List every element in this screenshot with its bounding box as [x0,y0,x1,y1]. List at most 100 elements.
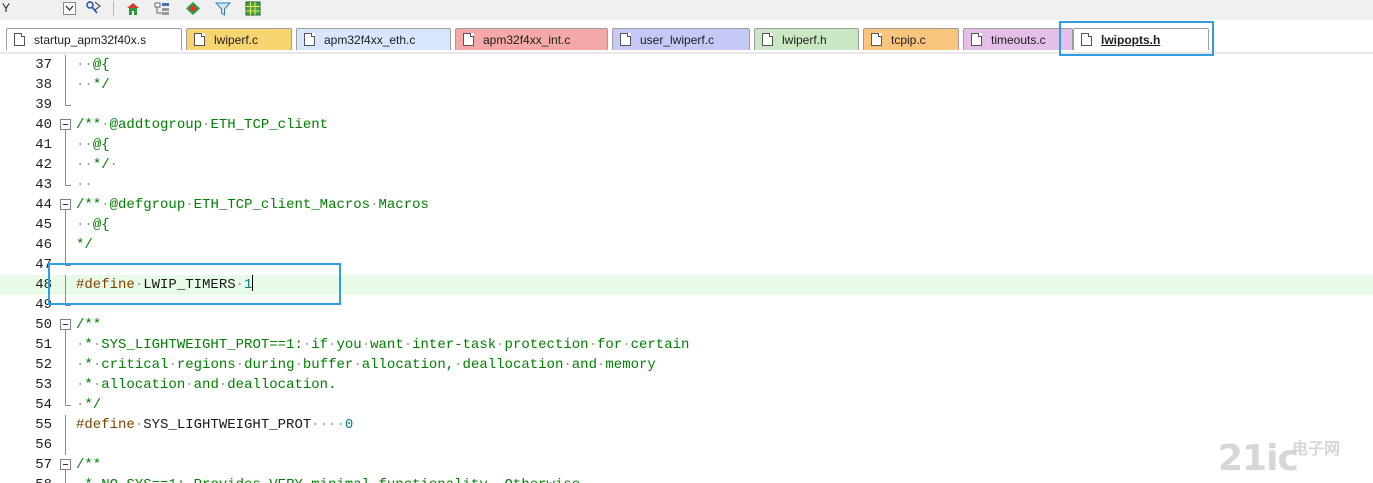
code-editor[interactable]: 37 ··@{38 ··*/39 40/**·@addtogroup·ETH_TCP_… [0,54,1373,483]
file-icon [463,33,474,46]
tab-apm32f4xx-int-c[interactable]: apm32f4xx_int.c [455,28,608,50]
list-icon[interactable] [153,0,171,16]
code-line[interactable]: 55 #define·SYS_LIGHTWEIGHT_PROT····0 [0,415,1373,435]
code-line[interactable]: 39 [0,95,1373,115]
tab-label: startup_apm32f40x.s [34,32,147,47]
tab-lwiperf-h[interactable]: lwiperf.h [754,28,859,50]
code-line[interactable]: 53 ·*·allocation·and·deallocation. [0,375,1373,395]
tab-label: user_lwiperf.c [640,32,715,47]
tab-label: apm32f4xx_eth.c [324,32,416,47]
code-line[interactable]: 47 [0,255,1373,275]
tab-label: apm32f4xx_int.c [483,32,571,47]
fold-guide [60,375,72,395]
code-line[interactable]: 48 #define·LWIP_TIMERS·1 [0,275,1373,295]
line-number: 53 [35,377,52,393]
grid-icon[interactable] [244,0,262,16]
code-line[interactable]: 40 /**·@addtogroup·ETH_TCP_client [0,115,1373,135]
code-text: ·· [76,177,93,193]
fold-guide [60,55,72,75]
tab-label: lwiperf.c [214,32,259,47]
fold-toggle-icon[interactable] [60,195,72,215]
tab-timeouts-c[interactable]: timeouts.c [963,28,1073,50]
filter-icon[interactable] [214,0,232,16]
diamond-icon[interactable] [184,0,202,16]
line-number: 38 [35,77,52,93]
line-number: 47 [35,257,52,273]
tab-user-lwiperf-c[interactable]: user_lwiperf.c [612,28,750,50]
line-number: 46 [35,237,52,253]
file-icon [1081,33,1092,46]
fold-guide [60,395,72,415]
fold-guide [60,275,72,295]
tab-label: lwipopts.h [1101,32,1161,47]
code-line[interactable]: 38 ··*/ [0,75,1373,95]
code-text: #define·LWIP_TIMERS·1 [76,275,254,293]
toolbar-letter: Y [2,1,11,15]
fold-guide [60,435,72,455]
fold-guide [60,155,72,175]
tab-label: tcpip.c [891,32,926,47]
fold-toggle-icon[interactable] [60,115,72,135]
home-icon[interactable] [124,0,142,16]
find-replace-icon[interactable] [84,0,102,16]
fold-guide [60,95,72,115]
code-line[interactable]: 58 ·*·NO_SYS==1:·Provides·VERY·minimal·fu… [0,475,1373,483]
fold-guide [60,175,72,195]
fold-guide [60,75,72,95]
line-number: 57 [35,457,52,473]
file-icon [194,33,205,46]
code-line[interactable]: 56 [0,435,1373,455]
code-line[interactable]: 49 [0,295,1373,315]
dropdown-icon[interactable] [60,0,78,16]
code-line[interactable]: 51 ·*·SYS_LIGHTWEIGHT_PROT==1:·if·you·wan… [0,335,1373,355]
code-line[interactable]: 50 /** [0,315,1373,335]
line-number: 49 [35,297,52,313]
code-text: ·*·SYS_LIGHTWEIGHT_PROT==1:·if·you·want·… [76,337,690,353]
line-number: 50 [35,317,52,333]
line-number: 55 [35,417,52,433]
file-icon [14,33,25,46]
code-line[interactable]: 46 */ [0,235,1373,255]
code-text: /**·@addtogroup·ETH_TCP_client [76,117,329,133]
code-text: ··*/· [76,157,119,173]
code-line[interactable]: 41 ··@{ [0,135,1373,155]
fold-toggle-icon[interactable] [60,455,72,475]
code-line[interactable]: 54 ·*/ [0,395,1373,415]
code-text: ··@{ [76,137,110,153]
code-text: */ [76,237,93,253]
code-text: ·*·critical·regions·during·buffer·alloca… [76,357,656,373]
line-number: 42 [35,157,52,173]
code-text: ·*·allocation·and·deallocation. [76,377,337,393]
fold-guide [60,355,72,375]
fold-guide [60,135,72,155]
code-text: ·*/ [76,397,102,413]
code-line[interactable]: 57 /** [0,455,1373,475]
code-text: ··@{ [76,57,110,73]
tab-apm32f4xx-eth-c[interactable]: apm32f4xx_eth.c [296,28,451,50]
code-text: /**·@defgroup·ETH_TCP_client_Macros·Macr… [76,197,429,213]
code-line[interactable]: 45 ··@{ [0,215,1373,235]
fold-toggle-icon[interactable] [60,315,72,335]
line-number: 51 [35,337,52,353]
tab-lwipopts-h[interactable]: lwipopts.h [1073,28,1209,50]
code-line[interactable]: 43 ·· [0,175,1373,195]
code-text: ·*·NO_SYS==1:·Provides·VERY·minimal·func… [76,475,589,483]
fold-guide [60,235,72,255]
tab-lwiperf-c[interactable]: lwiperf.c [186,28,292,50]
code-line[interactable]: 37 ··@{ [0,55,1373,75]
line-number: 54 [35,397,52,413]
line-number: 44 [35,197,52,213]
code-line[interactable]: 44 /**·@defgroup·ETH_TCP_client_Macros·Ma… [0,195,1373,215]
line-number: 40 [35,117,52,133]
fold-guide [60,475,72,483]
fold-guide [60,335,72,355]
code-text: /** [76,317,102,333]
code-line[interactable]: 42 ··*/· [0,155,1373,175]
tab-label: timeouts.c [991,32,1046,47]
line-number: 45 [35,217,52,233]
toolbar-separator [113,1,114,16]
code-line[interactable]: 52 ·*·critical·regions·during·buffer·allo… [0,355,1373,375]
tab-tcpip-c[interactable]: tcpip.c [863,28,959,50]
tab-startup-apm32f40x-s[interactable]: startup_apm32f40x.s [6,28,182,50]
toolbar: Y [0,0,1373,20]
